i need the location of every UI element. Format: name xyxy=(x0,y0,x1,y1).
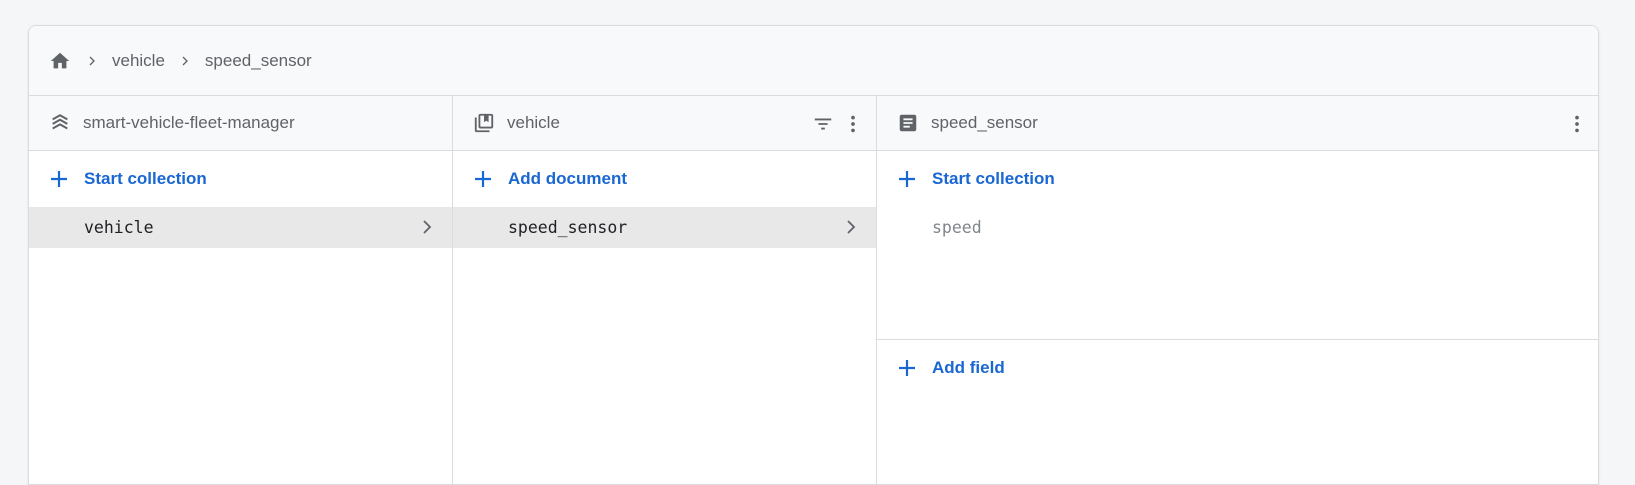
root-column: smart-vehicle-fleet-manager Start collec… xyxy=(29,96,453,484)
breadcrumb-item-vehicle[interactable]: vehicle xyxy=(112,49,165,73)
document-header-actions xyxy=(1564,96,1590,151)
add-document-button[interactable]: Add document xyxy=(453,151,876,207)
collection-column-header: vehicle xyxy=(453,96,876,151)
document-column-header: speed_sensor xyxy=(877,96,1598,151)
plus-icon xyxy=(473,169,493,189)
chevron-right-icon xyxy=(840,216,862,238)
firestore-data-panel: vehicle speed_sensor smart-vehicle-fleet… xyxy=(28,25,1599,485)
chevron-right-icon xyxy=(416,216,438,238)
collection-column: vehicle Add document speed_sensor xyxy=(453,96,877,484)
plus-icon xyxy=(897,169,917,189)
list-item[interactable]: vehicle xyxy=(29,207,452,248)
document-column-title: speed_sensor xyxy=(931,113,1038,132)
chevron-right-icon xyxy=(173,49,197,73)
root-column-header: smart-vehicle-fleet-manager xyxy=(29,96,452,151)
collection-column-title: vehicle xyxy=(507,113,560,132)
list-item-label: vehicle xyxy=(84,218,154,237)
list-item-label: speed_sensor xyxy=(508,218,628,237)
filter-icon[interactable] xyxy=(810,111,836,137)
subcollection-label: speed xyxy=(932,218,982,237)
data-columns: smart-vehicle-fleet-manager Start collec… xyxy=(29,96,1598,484)
more-vert-icon[interactable] xyxy=(840,111,866,137)
add-field-label: Add field xyxy=(932,358,1005,377)
subcollection-item[interactable]: speed xyxy=(877,207,1598,248)
home-icon[interactable] xyxy=(48,49,72,73)
list-item[interactable]: speed_sensor xyxy=(453,207,876,248)
start-collection-label: Start collection xyxy=(932,169,1055,188)
start-collection-button[interactable]: Start collection xyxy=(29,151,452,207)
breadcrumb-item-speed-sensor[interactable]: speed_sensor xyxy=(205,49,312,73)
chevron-right-icon xyxy=(80,49,104,73)
document-column: speed_sensor Start collection speed Add … xyxy=(877,96,1598,484)
collection-icon xyxy=(473,112,495,134)
document-icon xyxy=(897,112,919,134)
start-collection-button[interactable]: Start collection xyxy=(877,151,1598,207)
plus-icon xyxy=(897,358,917,378)
start-collection-label: Start collection xyxy=(84,169,207,188)
collection-header-actions xyxy=(810,96,866,151)
root-column-title: smart-vehicle-fleet-manager xyxy=(83,113,295,132)
plus-icon xyxy=(49,169,69,189)
database-stack-icon xyxy=(49,112,71,134)
add-document-label: Add document xyxy=(508,169,627,188)
more-vert-icon[interactable] xyxy=(1564,111,1590,137)
breadcrumb: vehicle speed_sensor xyxy=(29,26,1598,96)
add-field-button[interactable]: Add field xyxy=(877,340,1598,396)
